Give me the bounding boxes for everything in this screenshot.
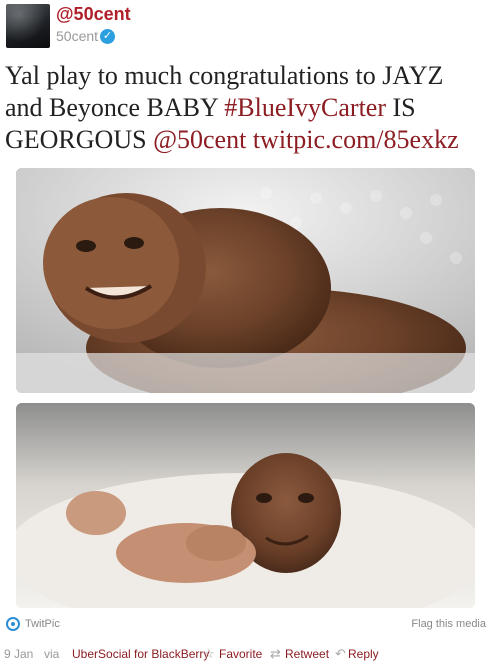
- twitpic-link[interactable]: twitpic.com/85exkz: [253, 125, 459, 154]
- star-icon[interactable]: ☆: [203, 646, 215, 662]
- client-link[interactable]: UberSocial for BlackBerry: [72, 647, 209, 661]
- tweet-text: Yal play to much congratulations to JAYZ…: [5, 60, 487, 156]
- flag-media-link[interactable]: Flag this media: [411, 618, 486, 630]
- retweet-icon[interactable]: ⇄: [270, 646, 281, 662]
- tweet-footer: 9 Jan via UberSocial for BlackBerry ☆ Fa…: [4, 645, 486, 663]
- hashtag-link[interactable]: #BlueIvyCarter: [224, 93, 386, 122]
- photo-1-image: [16, 168, 475, 393]
- media-provider-label[interactable]: TwitPic: [25, 618, 60, 630]
- username[interactable]: 50cent: [56, 28, 98, 44]
- retweet-button[interactable]: Retweet: [285, 647, 329, 661]
- media-photo-1[interactable]: [16, 168, 475, 393]
- screen-name[interactable]: @50cent: [56, 4, 131, 25]
- via-label: via: [44, 647, 60, 661]
- reply-button[interactable]: Reply: [348, 647, 379, 661]
- tweet-header: @50cent 50cent ✓: [4, 2, 484, 50]
- photo-2-image: [16, 403, 475, 608]
- favorite-button[interactable]: Favorite: [219, 647, 262, 661]
- avatar-glow: [6, 4, 50, 48]
- media-photo-2[interactable]: [16, 403, 475, 608]
- media-bar: TwitPic Flag this media: [4, 615, 486, 635]
- reply-icon[interactable]: ↶: [335, 646, 346, 662]
- tweet-date[interactable]: 9 Jan: [4, 647, 33, 661]
- avatar[interactable]: [6, 4, 50, 48]
- verified-icon: ✓: [100, 29, 115, 44]
- mention-link[interactable]: @50cent: [153, 125, 246, 154]
- twitpic-icon: [6, 617, 20, 631]
